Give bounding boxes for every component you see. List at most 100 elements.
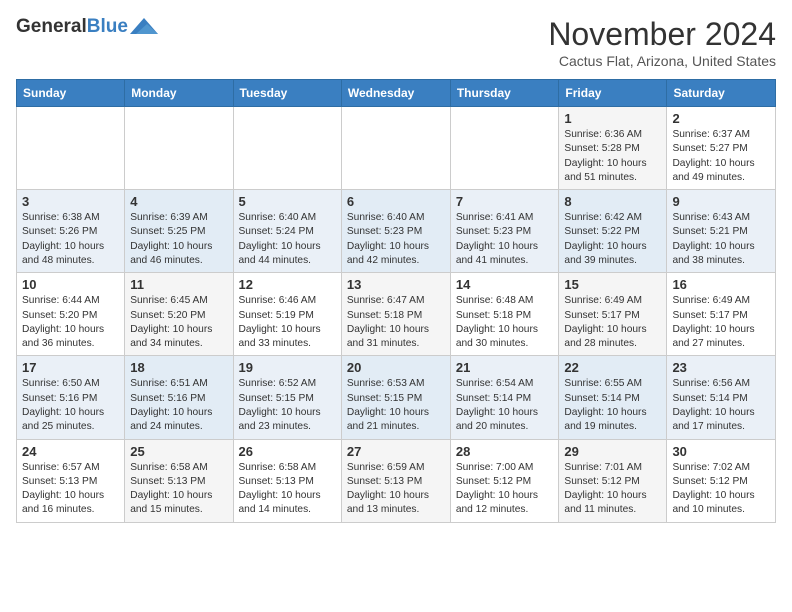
- calendar-cell: 7 Sunrise: 6:41 AM Sunset: 5:23 PM Daylig…: [450, 190, 559, 273]
- day-info: Sunrise: 6:47 AM Sunset: 5:18 PM Dayligh…: [347, 294, 445, 351]
- day-of-week-header: Tuesday: [233, 80, 341, 107]
- day-number: 8: [564, 194, 661, 209]
- calendar-cell: 20 Sunrise: 6:53 AM Sunset: 5:15 PM Dayli…: [341, 356, 450, 439]
- logo-general: General: [16, 16, 87, 37]
- day-number: 21: [456, 360, 554, 375]
- calendar-cell: 4 Sunrise: 6:39 AM Sunset: 5:25 PM Daylig…: [125, 190, 233, 273]
- day-number: 2: [672, 111, 770, 126]
- logo: GeneralBlue: [16, 16, 158, 36]
- day-number: 11: [130, 277, 227, 292]
- day-info: Sunrise: 6:39 AM Sunset: 5:25 PM Dayligh…: [130, 211, 227, 268]
- day-info: Sunrise: 6:55 AM Sunset: 5:14 PM Dayligh…: [564, 377, 661, 434]
- day-number: 4: [130, 194, 227, 209]
- day-info: Sunrise: 6:42 AM Sunset: 5:22 PM Dayligh…: [564, 211, 661, 268]
- day-number: 30: [672, 444, 770, 459]
- day-info: Sunrise: 7:01 AM Sunset: 5:12 PM Dayligh…: [564, 461, 661, 518]
- day-info: Sunrise: 6:51 AM Sunset: 5:16 PM Dayligh…: [130, 377, 227, 434]
- day-info: Sunrise: 6:53 AM Sunset: 5:15 PM Dayligh…: [347, 377, 445, 434]
- calendar-cell: 26Sunrise: 6:58 AM Sunset: 5:13 PM Dayli…: [233, 439, 341, 522]
- day-number: 9: [672, 194, 770, 209]
- day-number: 28: [456, 444, 554, 459]
- calendar-week-row: 17 Sunrise: 6:50 AM Sunset: 5:16 PM Dayli…: [17, 356, 776, 439]
- day-number: 19: [239, 360, 336, 375]
- day-number: 17: [22, 360, 119, 375]
- day-info: Sunrise: 6:49 AM Sunset: 5:17 PM Dayligh…: [564, 294, 661, 351]
- month-title: November 2024: [548, 16, 776, 53]
- day-info: Sunrise: 6:40 AM Sunset: 5:24 PM Dayligh…: [239, 211, 336, 268]
- logo-blue: Blue: [87, 16, 128, 37]
- day-number: 7: [456, 194, 554, 209]
- day-number: 13: [347, 277, 445, 292]
- day-info: Sunrise: 6:43 AM Sunset: 5:21 PM Dayligh…: [672, 211, 770, 268]
- day-info: Sunrise: 6:46 AM Sunset: 5:19 PM Dayligh…: [239, 294, 336, 351]
- calendar-cell: 21 Sunrise: 6:54 AM Sunset: 5:14 PM Dayli…: [450, 356, 559, 439]
- day-info: Sunrise: 7:02 AM Sunset: 5:12 PM Dayligh…: [672, 461, 770, 518]
- calendar-cell: [450, 107, 559, 190]
- day-number: 24: [22, 444, 119, 459]
- day-info: Sunrise: 6:57 AM Sunset: 5:13 PM Dayligh…: [22, 461, 119, 518]
- day-info: Sunrise: 6:50 AM Sunset: 5:16 PM Dayligh…: [22, 377, 119, 434]
- calendar-cell: 10Sunrise: 6:44 AM Sunset: 5:20 PM Dayli…: [17, 273, 125, 356]
- day-info: Sunrise: 6:37 AM Sunset: 5:27 PM Dayligh…: [672, 128, 770, 185]
- calendar-week-row: 10Sunrise: 6:44 AM Sunset: 5:20 PM Dayli…: [17, 273, 776, 356]
- day-info: Sunrise: 7:00 AM Sunset: 5:12 PM Dayligh…: [456, 461, 554, 518]
- calendar-cell: 15 Sunrise: 6:49 AM Sunset: 5:17 PM Dayli…: [559, 273, 667, 356]
- calendar-cell: 16Sunrise: 6:49 AM Sunset: 5:17 PM Dayli…: [667, 273, 776, 356]
- calendar-cell: 19 Sunrise: 6:52 AM Sunset: 5:15 PM Dayli…: [233, 356, 341, 439]
- calendar-cell: 8 Sunrise: 6:42 AM Sunset: 5:22 PM Daylig…: [559, 190, 667, 273]
- calendar-cell: [233, 107, 341, 190]
- day-info: Sunrise: 6:49 AM Sunset: 5:17 PM Dayligh…: [672, 294, 770, 351]
- day-number: 29: [564, 444, 661, 459]
- calendar-cell: 24 Sunrise: 6:57 AM Sunset: 5:13 PM Dayli…: [17, 439, 125, 522]
- logo-icon: [130, 16, 158, 36]
- day-info: Sunrise: 6:36 AM Sunset: 5:28 PM Dayligh…: [564, 128, 661, 185]
- calendar-week-row: 1 Sunrise: 6:36 AM Sunset: 5:28 PM Daylig…: [17, 107, 776, 190]
- calendar-cell: 17 Sunrise: 6:50 AM Sunset: 5:16 PM Dayli…: [17, 356, 125, 439]
- day-of-week-header: Saturday: [667, 80, 776, 107]
- calendar-cell: 12Sunrise: 6:46 AM Sunset: 5:19 PM Dayli…: [233, 273, 341, 356]
- day-number: 20: [347, 360, 445, 375]
- day-number: 23: [672, 360, 770, 375]
- day-info: Sunrise: 6:54 AM Sunset: 5:14 PM Dayligh…: [456, 377, 554, 434]
- day-info: Sunrise: 6:48 AM Sunset: 5:18 PM Dayligh…: [456, 294, 554, 351]
- calendar-header-row: SundayMondayTuesdayWednesdayThursdayFrid…: [17, 80, 776, 107]
- day-info: Sunrise: 6:58 AM Sunset: 5:13 PM Dayligh…: [239, 461, 336, 518]
- calendar-cell: 18 Sunrise: 6:51 AM Sunset: 5:16 PM Dayli…: [125, 356, 233, 439]
- location: Cactus Flat, Arizona, United States: [548, 53, 776, 69]
- day-info: Sunrise: 6:59 AM Sunset: 5:13 PM Dayligh…: [347, 461, 445, 518]
- calendar-cell: 29 Sunrise: 7:01 AM Sunset: 5:12 PM Dayli…: [559, 439, 667, 522]
- title-area: November 2024 Cactus Flat, Arizona, Unit…: [548, 16, 776, 69]
- day-number: 1: [564, 111, 661, 126]
- calendar: SundayMondayTuesdayWednesdayThursdayFrid…: [16, 79, 776, 523]
- day-number: 14: [456, 277, 554, 292]
- day-number: 10: [22, 277, 119, 292]
- calendar-cell: 23 Sunrise: 6:56 AM Sunset: 5:14 PM Dayli…: [667, 356, 776, 439]
- day-info: Sunrise: 6:58 AM Sunset: 5:13 PM Dayligh…: [130, 461, 227, 518]
- calendar-cell: 13 Sunrise: 6:47 AM Sunset: 5:18 PM Dayli…: [341, 273, 450, 356]
- page-header: GeneralBlue November 2024 Cactus Flat, A…: [16, 16, 776, 69]
- calendar-cell: 5Sunrise: 6:40 AM Sunset: 5:24 PM Daylig…: [233, 190, 341, 273]
- day-of-week-header: Sunday: [17, 80, 125, 107]
- day-of-week-header: Thursday: [450, 80, 559, 107]
- calendar-cell: 9 Sunrise: 6:43 AM Sunset: 5:21 PM Daylig…: [667, 190, 776, 273]
- day-info: Sunrise: 6:40 AM Sunset: 5:23 PM Dayligh…: [347, 211, 445, 268]
- calendar-cell: 6 Sunrise: 6:40 AM Sunset: 5:23 PM Daylig…: [341, 190, 450, 273]
- day-of-week-header: Friday: [559, 80, 667, 107]
- day-number: 6: [347, 194, 445, 209]
- day-number: 18: [130, 360, 227, 375]
- calendar-cell: [17, 107, 125, 190]
- calendar-cell: 3Sunrise: 6:38 AM Sunset: 5:26 PM Daylig…: [17, 190, 125, 273]
- calendar-cell: 11Sunrise: 6:45 AM Sunset: 5:20 PM Dayli…: [125, 273, 233, 356]
- day-number: 22: [564, 360, 661, 375]
- day-number: 15: [564, 277, 661, 292]
- day-info: Sunrise: 6:41 AM Sunset: 5:23 PM Dayligh…: [456, 211, 554, 268]
- day-info: Sunrise: 6:56 AM Sunset: 5:14 PM Dayligh…: [672, 377, 770, 434]
- calendar-cell: 22 Sunrise: 6:55 AM Sunset: 5:14 PM Dayli…: [559, 356, 667, 439]
- day-info: Sunrise: 6:38 AM Sunset: 5:26 PM Dayligh…: [22, 211, 119, 268]
- day-number: 27: [347, 444, 445, 459]
- calendar-cell: [125, 107, 233, 190]
- day-info: Sunrise: 6:52 AM Sunset: 5:15 PM Dayligh…: [239, 377, 336, 434]
- calendar-week-row: 3Sunrise: 6:38 AM Sunset: 5:26 PM Daylig…: [17, 190, 776, 273]
- calendar-cell: 2 Sunrise: 6:37 AM Sunset: 5:27 PM Daylig…: [667, 107, 776, 190]
- calendar-cell: 14 Sunrise: 6:48 AM Sunset: 5:18 PM Dayli…: [450, 273, 559, 356]
